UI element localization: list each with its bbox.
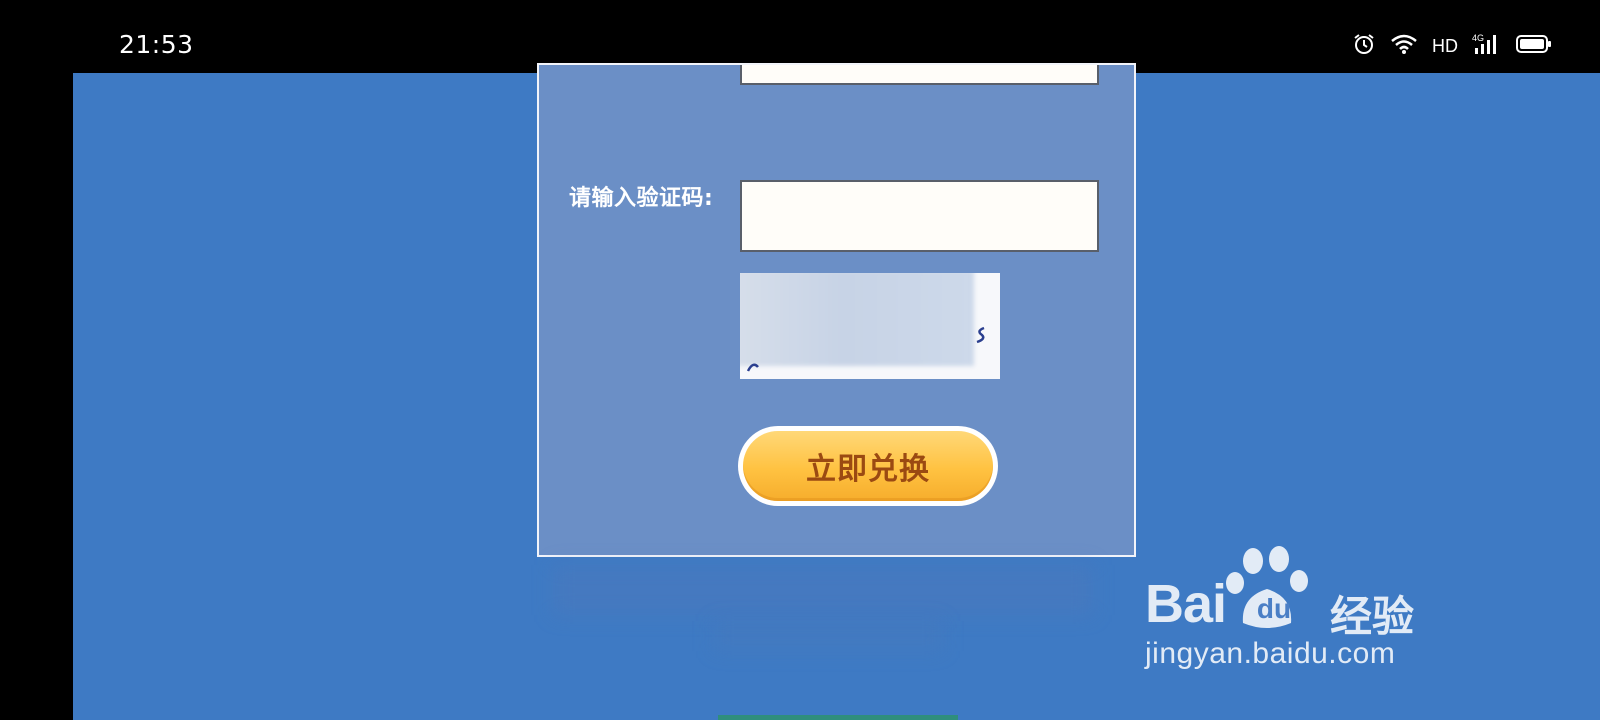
hd-indicator: HD	[1432, 35, 1458, 56]
captcha-glyph	[746, 363, 759, 372]
redeem-button[interactable]: 立即兑换	[738, 426, 998, 506]
left-gutter	[0, 73, 73, 720]
signal-4g-icon: 4G	[1472, 32, 1502, 60]
baidu-logo: Bai du 经验	[1145, 545, 1445, 641]
baidu-jingyan-watermark: Bai du 经验 jingyan.baidu.com	[1145, 545, 1445, 685]
baidu-du-text: du	[1256, 593, 1292, 624]
watermark-url: jingyan.baidu.com	[1145, 637, 1396, 670]
redeem-form-panel: 请输入验证码: 立即兑换	[537, 63, 1136, 557]
redeem-button-label: 立即兑换	[806, 452, 930, 487]
jingyan-text: 经验	[1330, 592, 1415, 641]
baidu-logo-text: Bai	[1145, 574, 1227, 634]
status-icons: HD 4G	[1352, 33, 1552, 59]
captcha-glyph	[976, 326, 985, 344]
captcha-blur-overlay	[740, 273, 974, 366]
bottom-tab-indicator	[718, 715, 958, 720]
wifi-icon	[1390, 33, 1418, 59]
alarm-icon	[1352, 32, 1376, 60]
status-time: 21:53	[119, 30, 194, 59]
network-label: 4G	[1472, 33, 1484, 43]
captcha-input[interactable]	[740, 180, 1099, 252]
previous-input-field[interactable]	[740, 65, 1099, 85]
redeem-button-body[interactable]: 立即兑换	[743, 431, 993, 501]
blurred-content	[553, 565, 1093, 615]
captcha-label: 请输入验证码:	[569, 186, 714, 211]
blurred-content	[713, 621, 943, 651]
captcha-image[interactable]	[740, 273, 1000, 379]
battery-icon	[1516, 34, 1552, 58]
